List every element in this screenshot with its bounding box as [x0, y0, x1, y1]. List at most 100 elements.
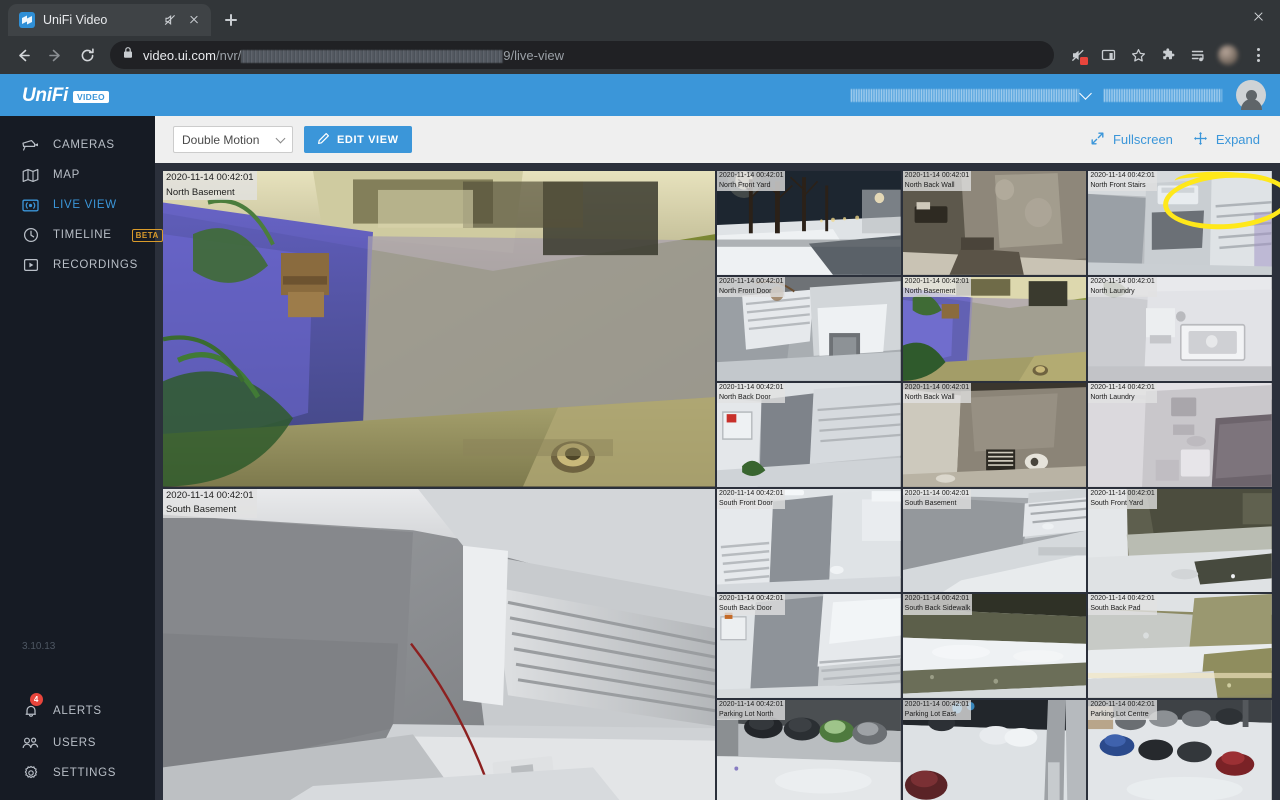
camera-tile[interactable]: 2020-11-14 00:42:01 North Front Stairs: [1088, 171, 1272, 275]
alerts-count-badge: 4: [30, 693, 43, 706]
camera-tile[interactable]: 2020-11-14 00:42:01 North Back Door: [717, 382, 901, 487]
logo-badge: VIDEO: [73, 91, 109, 103]
camera-timestamp: 2020-11-14 00:42:01: [717, 276, 786, 287]
camera-timestamp: 2020-11-14 00:42:01: [163, 171, 257, 186]
sidebar-item-alerts[interactable]: 4 ALERTS: [0, 693, 155, 728]
media-playlist-icon[interactable]: [1184, 41, 1212, 69]
live-view-grid: 2020-11-14 00:42:01 North Basement 2020-…: [155, 163, 1280, 800]
extensions-puzzle-icon[interactable]: [1154, 41, 1182, 69]
mute-badge: [1080, 57, 1088, 65]
camera-tile[interactable]: 2020-11-14 00:42:01 Parking Lot Centre: [1088, 700, 1272, 800]
camera-name: Parking Lot Centre: [1088, 710, 1157, 721]
camera-tile[interactable]: 2020-11-14 00:42:01 North Laundry: [1088, 382, 1272, 487]
bookmark-star-icon[interactable]: [1124, 41, 1152, 69]
reload-icon[interactable]: [72, 40, 102, 70]
view-mode-actions: Fullscreen Expand: [1084, 131, 1266, 149]
camera-thumbnail-grid: 2020-11-14 00:42:01 North Front Yard 202…: [717, 171, 1272, 800]
sidebar-item-map[interactable]: MAP: [0, 160, 155, 190]
camera-tile[interactable]: 2020-11-14 00:42:01 South Back Door: [717, 594, 901, 699]
edit-view-label: EDIT VIEW: [337, 133, 399, 146]
nvr-selector[interactable]: [851, 86, 1092, 102]
pencil-icon: [317, 132, 330, 148]
camera-timestamp: 2020-11-14 00:42:01: [902, 594, 973, 605]
camera-timestamp: 2020-11-14 00:42:01: [902, 700, 972, 711]
camera-name: North Laundry: [1088, 286, 1157, 298]
tab-muted-icon[interactable]: [162, 12, 178, 28]
chrome-menu-kebab-icon[interactable]: [1244, 41, 1272, 69]
fullscreen-button[interactable]: Fullscreen: [1084, 131, 1179, 149]
camera-tile[interactable]: 2020-11-14 00:42:01 Parking Lot North: [717, 700, 901, 800]
browser-toolbar: video.ui.com/nvr/9/live-view: [0, 36, 1280, 74]
camera-tile[interactable]: 2020-11-14 00:42:01 North Back Wall: [902, 171, 1087, 275]
camera-name: North Front Door: [717, 286, 786, 298]
sidebar-bottom: 4 ALERTS USERS SETTINGS: [0, 693, 155, 800]
profile-avatar-icon[interactable]: [1214, 41, 1242, 69]
back-arrow-icon[interactable]: [8, 40, 38, 70]
url-path-prefix: /nvr/: [215, 47, 242, 63]
sidebar-item-recordings[interactable]: RECORDINGS: [0, 250, 155, 280]
clock-icon: [22, 227, 39, 244]
sidebar-item-timeline[interactable]: TIMELINE BETA: [0, 220, 163, 250]
padlock-icon: [122, 46, 134, 64]
camera-timestamp: 2020-11-14 00:42:01: [717, 594, 786, 605]
close-icon[interactable]: [186, 12, 202, 28]
camera-name: South Back Door: [717, 604, 786, 615]
camera-name: South Basement: [902, 498, 972, 509]
camera-timestamp: 2020-11-14 00:42:01: [1088, 171, 1157, 182]
cast-icon[interactable]: [1094, 41, 1122, 69]
camera-name: North Basement: [163, 185, 257, 201]
play-box-icon: [22, 257, 39, 274]
camera-name: North Basement: [902, 286, 972, 298]
camera-tile-label: 2020-11-14 00:42:01 Parking Lot Centre: [1088, 700, 1157, 721]
broadcast-icon: [22, 197, 39, 214]
url-redacted-segment: [241, 49, 504, 63]
camera-tile-label: 2020-11-14 00:42:01 North Front Stairs: [1088, 171, 1157, 192]
camera-tile[interactable]: 2020-11-14 00:42:01 South Basement: [902, 488, 1087, 593]
camera-tile[interactable]: 2020-11-14 00:42:01 South Back Sidewalk: [902, 594, 1087, 699]
new-tab-button[interactable]: [217, 6, 245, 34]
sidebar-item-settings[interactable]: SETTINGS: [0, 758, 155, 788]
camera-tile[interactable]: 2020-11-14 00:42:01 Parking Lot East: [902, 700, 1087, 800]
camera-timestamp: 2020-11-14 00:42:01: [1088, 594, 1157, 605]
muted-tab-indicator-icon[interactable]: [1064, 41, 1092, 69]
window-close-button[interactable]: [1236, 0, 1280, 32]
camera-tile-label: 2020-11-14 00:42:01 North Back Wall: [902, 382, 972, 403]
view-select[interactable]: Double Motion: [173, 126, 293, 153]
camera-timestamp: 2020-11-14 00:42:01: [1088, 488, 1157, 499]
move-arrows-icon: [1193, 131, 1208, 149]
camera-tile[interactable]: 2020-11-14 00:42:01 South Back Pad: [1088, 594, 1272, 699]
sidebar: CAMERAS MAP LIVE VIEW TIMELINE BETA RECO…: [0, 116, 163, 800]
camera-tile[interactable]: 2020-11-14 00:42:01 North Front Door: [717, 276, 901, 381]
bell-icon: 4: [22, 693, 43, 720]
user-name-redacted: [1104, 88, 1222, 102]
sidebar-item-live-view[interactable]: LIVE VIEW: [0, 190, 155, 220]
camera-feed-image: [163, 488, 715, 800]
camera-tile-main[interactable]: 2020-11-14 00:42:01 South Basement: [163, 488, 715, 800]
view-select-value: Double Motion: [182, 132, 260, 147]
unifi-video-favicon: [19, 12, 35, 28]
camera-timestamp: 2020-11-14 00:42:01: [902, 276, 972, 287]
user-avatar-icon[interactable]: [1236, 80, 1266, 110]
logo-text: UniFi: [22, 84, 68, 106]
browser-tabstrip: UniFi Video: [0, 0, 1280, 36]
camera-timestamp: 2020-11-14 00:42:01: [1088, 276, 1157, 287]
camera-tile[interactable]: 2020-11-14 00:42:01 North Back Wall: [902, 382, 1087, 487]
camera-tile-main[interactable]: 2020-11-14 00:42:01 North Basement: [163, 171, 715, 487]
browser-tab-title: UniFi Video: [43, 13, 108, 27]
users-icon: [22, 735, 39, 752]
edit-view-button[interactable]: EDIT VIEW: [304, 126, 412, 153]
camera-tile[interactable]: 2020-11-14 00:42:01 South Front Yard: [1088, 488, 1272, 593]
fullscreen-label: Fullscreen: [1112, 132, 1173, 147]
address-bar[interactable]: video.ui.com/nvr/9/live-view: [110, 41, 1054, 69]
sidebar-item-cameras[interactable]: CAMERAS: [0, 130, 155, 160]
sidebar-item-users[interactable]: USERS: [0, 728, 155, 758]
camera-name: North Back Wall: [902, 181, 972, 192]
camera-tile[interactable]: 2020-11-14 00:42:01 North Laundry: [1088, 276, 1272, 381]
camera-tile[interactable]: 2020-11-14 00:42:01 South Front Door: [717, 488, 901, 593]
app-version: 3.10.13: [22, 641, 56, 652]
browser-tab[interactable]: UniFi Video: [8, 4, 211, 36]
camera-tile[interactable]: 2020-11-14 00:42:01 North Basement: [902, 276, 1087, 381]
camera-tile[interactable]: 2020-11-14 00:42:01 North Front Yard: [717, 171, 901, 275]
expand-button[interactable]: Expand: [1187, 131, 1266, 149]
forward-arrow-icon[interactable]: [40, 40, 70, 70]
